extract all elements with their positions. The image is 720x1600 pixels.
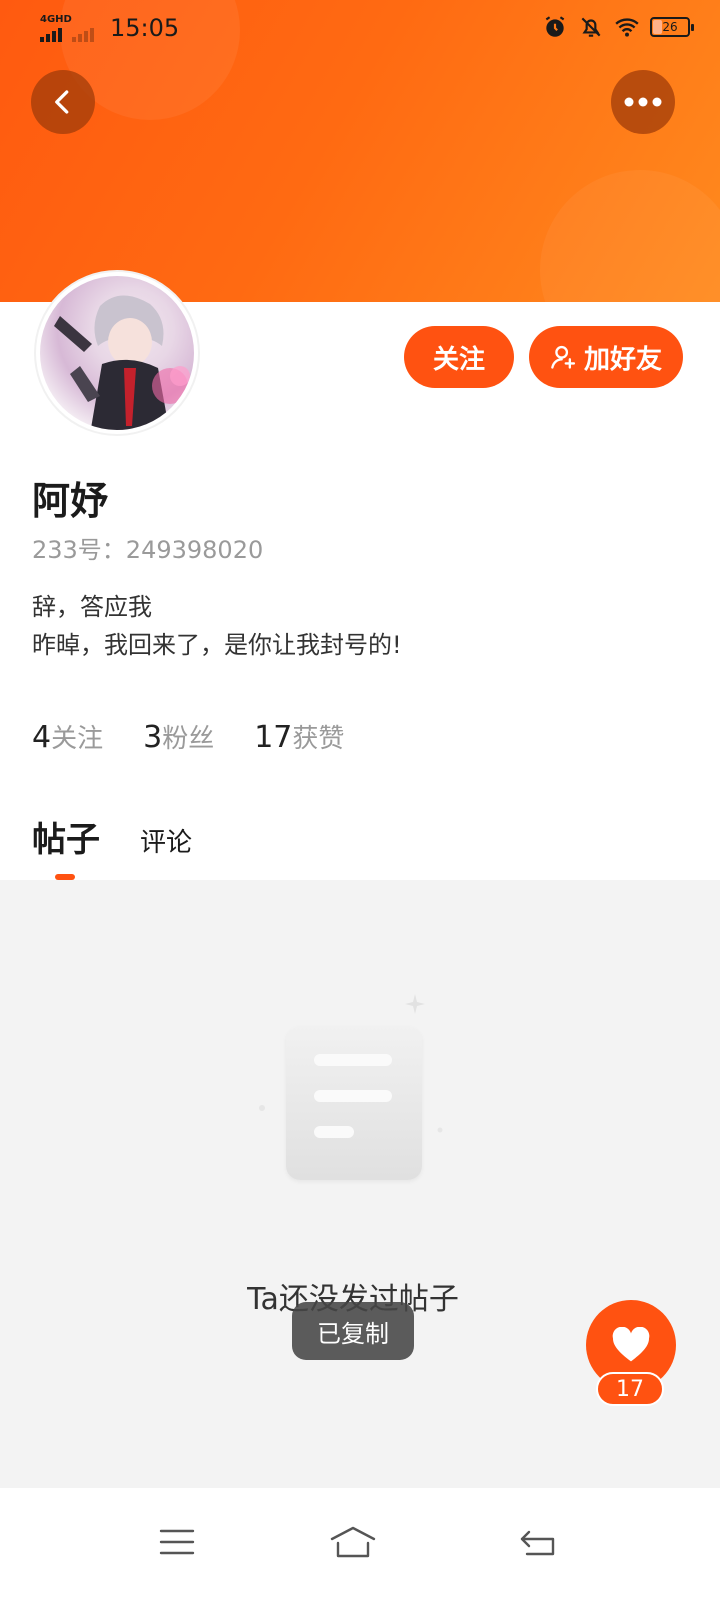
battery-icon: 26 (650, 17, 694, 37)
banner-decoration (540, 170, 720, 308)
add-user-icon (551, 345, 576, 369)
bell-off-icon (581, 17, 601, 37)
bio-line: 辞，答应我 (32, 593, 152, 621)
profile-stats: 4 关注 3 粉丝 17 获赞 (32, 718, 344, 755)
tab-posts[interactable]: 帖子 (32, 812, 100, 861)
avatar[interactable] (34, 270, 200, 436)
home-button[interactable] (323, 1512, 383, 1572)
back-button[interactable] (31, 70, 95, 134)
add-friend-label: 加好友 (583, 344, 662, 375)
fans-stat[interactable]: 3 粉丝 (143, 718, 214, 755)
network-type: 4GHD (40, 14, 72, 25)
likes-label: 获赞 (292, 724, 345, 754)
signal-icon (72, 28, 94, 42)
following-label: 关注 (51, 724, 104, 754)
heart-icon (612, 1327, 650, 1362)
ellipsis-icon (624, 97, 662, 107)
bio-line: 昨晫，我回来了，是你让我封号的! (32, 631, 402, 659)
system-nav-bar (0, 1488, 720, 1600)
alarm-icon (545, 16, 565, 37)
empty-document-icon (286, 1026, 422, 1180)
user-id[interactable]: 233号：249398020 (32, 530, 263, 565)
following-count: 4 (32, 720, 52, 755)
chevron-left-icon (55, 90, 69, 114)
toast-message: 已复制 (317, 1319, 389, 1348)
back-nav-button[interactable] (508, 1512, 568, 1572)
nickname: 阿妤 (32, 479, 109, 523)
fans-label: 粉丝 (162, 724, 215, 754)
follow-button[interactable]: 关注 (404, 326, 514, 388)
following-stat[interactable]: 4 关注 (32, 718, 103, 755)
home-icon (330, 1526, 376, 1558)
fans-count: 3 (143, 720, 163, 755)
likes-stat: 17 获赞 (254, 718, 344, 755)
tab-bar: 帖子 评论 (32, 812, 192, 861)
status-bar: 4GHD 15:05 26 (0, 0, 720, 56)
follow-label: 关注 (432, 344, 485, 375)
menu-button[interactable] (147, 1512, 207, 1572)
like-count-badge: 17 (596, 1372, 664, 1406)
add-friend-button[interactable]: 加好友 (529, 326, 683, 388)
bio: 辞，答应我 昨晫，我回来了，是你让我封号的! (32, 588, 402, 664)
battery-level: 26 (662, 20, 678, 34)
toast: 已复制 (292, 1302, 414, 1360)
tab-comments[interactable]: 评论 (140, 822, 192, 859)
wifi-icon (615, 18, 639, 37)
likes-count: 17 (254, 720, 293, 755)
more-button[interactable] (611, 70, 675, 134)
signal-icon (40, 28, 62, 42)
avatar-image (40, 276, 194, 430)
clock: 15:05 (110, 14, 180, 42)
return-icon (520, 1530, 555, 1556)
menu-icon (159, 1529, 195, 1555)
like-count: 17 (616, 1376, 644, 1402)
